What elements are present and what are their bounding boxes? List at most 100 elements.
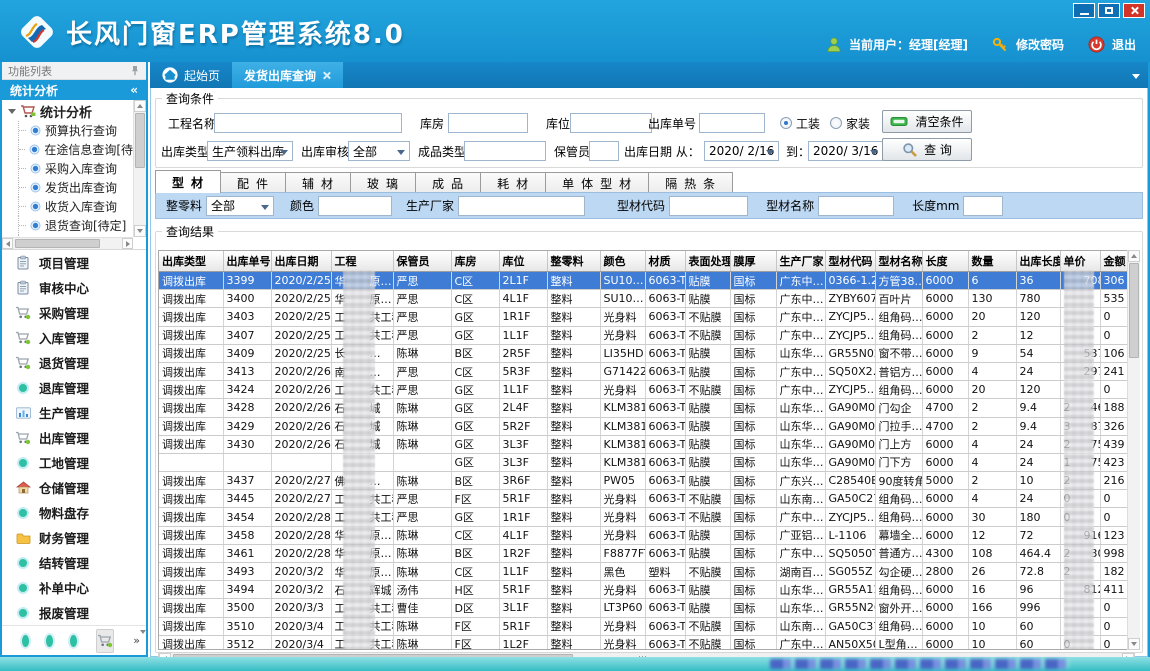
table-cell[interactable]: 275: [1060, 435, 1100, 453]
table-cell[interactable]: 1L1F: [499, 326, 547, 344]
table-cell[interactable]: 0: [1060, 490, 1100, 508]
table-cell[interactable]: 2L4F: [499, 399, 547, 417]
table-cell[interactable]: 整料: [547, 344, 600, 362]
table-cell[interactable]: 严思: [393, 326, 451, 344]
table-cell[interactable]: 黑色: [600, 563, 645, 581]
table-cell[interactable]: 整料: [547, 490, 600, 508]
table-cell[interactable]: 6000: [922, 635, 968, 650]
table-cell[interactable]: 1L2F: [499, 635, 547, 650]
table-cell[interactable]: G区: [451, 435, 499, 453]
close-button[interactable]: [1123, 3, 1145, 18]
table-cell[interactable]: 2020/2/28: [271, 544, 331, 562]
table-cell[interactable]: 2020/2/26: [271, 381, 331, 399]
table-cell[interactable]: 光身料: [600, 381, 645, 399]
table-cell[interactable]: 山东华…: [776, 453, 825, 471]
table-cell[interactable]: 石城: [331, 435, 393, 453]
table-row[interactable]: 调拨出库35102020/3/4工共工程陈琳F区5R1F整料光身料6063-T5…: [159, 617, 1135, 635]
table-cell[interactable]: 山东南…: [776, 490, 825, 508]
column-header[interactable]: 整零料: [547, 251, 600, 272]
table-cell[interactable]: 6000: [922, 272, 968, 290]
table-cell[interactable]: 贴膜: [685, 290, 730, 308]
table-cell[interactable]: 广东中…: [776, 308, 825, 326]
table-cell[interactable]: 广亚铝…: [776, 526, 825, 544]
material-tab[interactable]: 成品: [415, 172, 481, 193]
table-cell[interactable]: 2: [968, 417, 1016, 435]
table-cell[interactable]: 72: [1016, 526, 1060, 544]
table-cell[interactable]: 国标: [730, 563, 776, 581]
table-cell[interactable]: 3400: [223, 290, 271, 308]
table-cell[interactable]: SQ5050T20: [825, 544, 875, 562]
table-cell[interactable]: 陈琳: [393, 472, 451, 490]
table-cell[interactable]: 2: [968, 472, 1016, 490]
table-cell[interactable]: 12: [1016, 326, 1060, 344]
table-row[interactable]: 调拨出库35122020/3/4工共工程陈琳F区1L2F整料光身料6063-T5…: [159, 635, 1135, 650]
table-cell[interactable]: 广东中…: [776, 362, 825, 380]
table-row[interactable]: 调拨出库34292020/2/26石城陈琳G区5R2F整料KLM38176063…: [159, 417, 1135, 435]
table-cell[interactable]: 湖南百…: [776, 563, 825, 581]
table-row[interactable]: 调拨出库34582020/2/28华原…陈琳C区4L1F整料光身料6063-T5…: [159, 526, 1135, 544]
table-cell[interactable]: 24: [1016, 435, 1060, 453]
table-cell[interactable]: 5R1F: [499, 617, 547, 635]
table-cell[interactable]: 山东华…: [776, 399, 825, 417]
table-cell[interactable]: 工共工程: [331, 617, 393, 635]
table-cell[interactable]: 3399: [223, 272, 271, 290]
column-header[interactable]: 颜色: [600, 251, 645, 272]
table-cell[interactable]: GA90M07…: [825, 417, 875, 435]
table-cell[interactable]: 130: [968, 290, 1016, 308]
table-cell[interactable]: 5R1F: [499, 581, 547, 599]
table-cell[interactable]: 整料: [547, 417, 600, 435]
table-cell[interactable]: 石辉城: [331, 581, 393, 599]
clear-conditions-button[interactable]: 清空条件: [882, 110, 972, 133]
date-from-select[interactable]: 2020/ 2/16: [704, 141, 779, 161]
table-cell[interactable]: 3872: [1060, 417, 1100, 435]
table-cell[interactable]: 120: [1016, 308, 1060, 326]
project-name-input[interactable]: [214, 113, 402, 133]
sidebar-item[interactable]: 财务管理: [2, 525, 146, 550]
table-cell[interactable]: [393, 453, 451, 471]
table-cell[interactable]: 山东南…: [776, 617, 825, 635]
table-cell[interactable]: 工共工程: [331, 326, 393, 344]
keeper-input[interactable]: [589, 141, 619, 161]
table-cell[interactable]: 5R3F: [499, 362, 547, 380]
table-cell[interactable]: 调拨出库: [159, 472, 223, 490]
table-cell[interactable]: C区: [451, 290, 499, 308]
table-cell[interactable]: 光身料: [600, 308, 645, 326]
table-cell[interactable]: 108: [968, 544, 1016, 562]
table-cell[interactable]: 3430: [223, 435, 271, 453]
table-cell[interactable]: ZYCJP5…: [825, 308, 875, 326]
table-cell[interactable]: 2020/2/25: [271, 272, 331, 290]
table-cell[interactable]: 537: [1060, 344, 1100, 362]
tree-item[interactable]: 在途信息查询[待: [18, 140, 133, 159]
sidebar-item[interactable]: 结转管理: [2, 550, 146, 575]
table-cell[interactable]: 门勾企: [875, 399, 922, 417]
table-cell[interactable]: 汤伟: [393, 581, 451, 599]
table-cell[interactable]: 6000: [922, 581, 968, 599]
table-cell[interactable]: 调拨出库: [159, 581, 223, 599]
sidebar-item[interactable]: 退货管理: [2, 350, 146, 375]
table-cell[interactable]: 严思: [393, 290, 451, 308]
table-cell[interactable]: GR55N26: [825, 599, 875, 617]
table-cell[interactable]: 1L1F: [499, 381, 547, 399]
table-cell[interactable]: 调拨出库: [159, 399, 223, 417]
column-header[interactable]: 出库单号: [223, 251, 271, 272]
table-cell[interactable]: 1L1F: [499, 563, 547, 581]
tab-home[interactable]: 起始页: [150, 62, 232, 88]
table-cell[interactable]: 3407: [223, 326, 271, 344]
table-cell[interactable]: [223, 453, 271, 471]
section-bar[interactable]: 统计分析 «: [2, 80, 146, 100]
table-cell[interactable]: 4300: [922, 544, 968, 562]
table-cell[interactable]: 贴膜: [685, 417, 730, 435]
profile-code-input[interactable]: [669, 196, 748, 216]
table-cell[interactable]: 调拨出库: [159, 563, 223, 581]
table-cell[interactable]: 华原…: [331, 526, 393, 544]
nav-dot-icon[interactable]: [46, 635, 53, 647]
table-cell[interactable]: 20: [968, 381, 1016, 399]
table-cell[interactable]: 工共工程: [331, 490, 393, 508]
tree-item[interactable]: 采购入库查询: [18, 159, 133, 178]
table-cell[interactable]: 不贴膜: [685, 617, 730, 635]
column-header[interactable]: 生产厂家: [776, 251, 825, 272]
table-cell[interactable]: G区: [451, 453, 499, 471]
table-cell[interactable]: 陈琳: [393, 635, 451, 650]
table-cell[interactable]: 整料: [547, 599, 600, 617]
table-cell[interactable]: 10: [1016, 472, 1060, 490]
